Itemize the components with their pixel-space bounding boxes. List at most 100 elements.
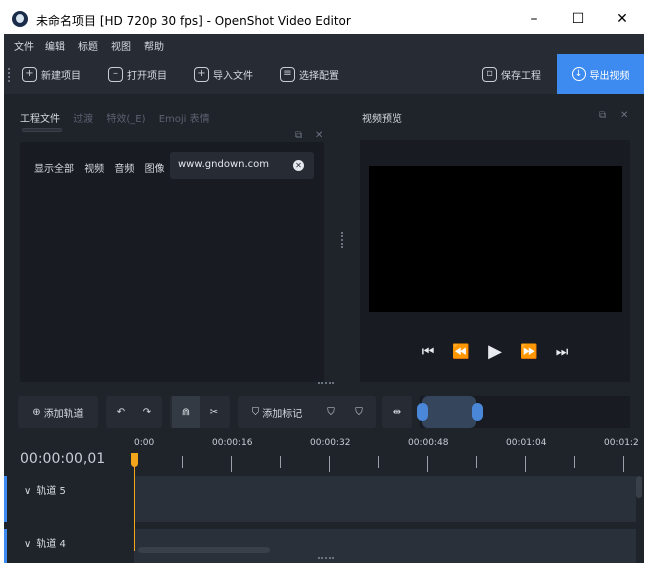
previous-marker-button[interactable]: ⛉ [318, 396, 344, 428]
close-button[interactable]: ✕ [600, 4, 644, 34]
undo-redo-group: ↶ ↷ [106, 396, 162, 428]
ruler-tick [623, 456, 624, 472]
main-toolbar: + 新建项目 – 打开项目 + 导入文件 ≡ 选择配置 ▫ 保存工程 ↓ 导出视… [4, 54, 644, 94]
choose-profile-button[interactable]: ≡ 选择配置 [280, 64, 339, 84]
snap-razor-group: ⋒ ✂ [170, 396, 230, 428]
filter-video[interactable]: 视频 [84, 160, 104, 175]
menu-view[interactable]: 视图 [111, 38, 131, 53]
tab-transitions[interactable]: 过渡 [73, 110, 93, 125]
horizontal-scrollbar[interactable] [138, 547, 270, 553]
add-track-label: 添加轨道 [43, 408, 84, 420]
video-preview-panel: 视频预览 ⧉ ✕ ⏮ ⏪ ▶ ⏩ ⏭ [358, 104, 633, 382]
add-marker-button[interactable]: ⛉ 添加标记 [240, 396, 314, 428]
playhead-line[interactable] [134, 456, 135, 551]
zoom-handle-left[interactable] [417, 403, 428, 421]
menu-bar: 文件 编辑 标题 视图 帮助 [4, 34, 644, 54]
snap-button[interactable]: ⋒ [172, 396, 200, 428]
playhead-handle[interactable] [131, 453, 138, 467]
new-project-label: 新建项目 [41, 70, 81, 82]
jump-end-icon[interactable]: ⏭ [552, 340, 572, 364]
save-project-button[interactable]: ▫ 保存工程 [482, 64, 541, 84]
track-name: 轨道 4 [36, 539, 66, 550]
add-track-button[interactable]: ⊕ 添加轨道 [18, 396, 98, 428]
tab-project-files[interactable]: 工程文件 [20, 110, 60, 125]
menu-help[interactable]: 帮助 [144, 38, 164, 53]
timeline-ruler[interactable]: 00:00:00,01 0:00 00:00:16 00:00:32 00:00… [4, 434, 644, 474]
preview-area: ⏮ ⏪ ▶ ⏩ ⏭ [360, 140, 630, 382]
filter-show-all[interactable]: 显示全部 [34, 160, 74, 175]
panel-title: 视频预览 [362, 114, 402, 125]
ruler-tick [476, 456, 477, 468]
menu-file[interactable]: 文件 [14, 38, 34, 53]
search-input[interactable]: www.gndown.com ✕ [170, 152, 314, 179]
tab-emoji[interactable]: Emoji 表情 [159, 110, 210, 125]
ruler-label: 00:00:48 [408, 438, 449, 448]
project-files-panel: 工程文件 过渡 特效(_E) Emoji 表情 ⧉ ✕ 显示全部 视频 音频 图… [18, 104, 326, 382]
center-playhead-group: ⇹ [382, 396, 412, 428]
ruler-label: 00:00:32 [310, 438, 351, 448]
track-lane[interactable] [134, 529, 636, 563]
panel-close-icon[interactable]: ✕ [620, 110, 628, 121]
active-tab-indicator [22, 128, 62, 132]
fast-forward-icon[interactable]: ⏩ [518, 340, 540, 364]
choose-profile-label: 选择配置 [299, 70, 339, 82]
menu-title[interactable]: 标题 [78, 38, 98, 53]
next-marker-button[interactable]: ⛉ [346, 396, 372, 428]
panel-close-icon[interactable]: ✕ [315, 130, 323, 141]
jump-start-icon[interactable]: ⏮ [418, 340, 438, 364]
razor-button[interactable]: ✂ [200, 396, 228, 428]
search-input-value: www.gndown.com [178, 159, 270, 170]
file-filters: 显示全部 视频 音频 图像 [34, 160, 172, 175]
scissors-icon: ✂ [209, 406, 219, 418]
ruler-tick [427, 456, 428, 472]
tab-effects[interactable]: 特效(_E) [106, 110, 145, 125]
video-frame [369, 166, 622, 312]
import-files-button[interactable]: + 导入文件 [194, 64, 253, 84]
import-files-label: 导入文件 [213, 70, 253, 82]
track-header[interactable]: ∨ 轨道 4 [4, 529, 134, 563]
save-project-label: 保存工程 [501, 70, 541, 82]
zoom-slider[interactable] [417, 396, 630, 428]
play-icon[interactable]: ▶ [484, 340, 506, 364]
open-project-label: 打开项目 [127, 70, 167, 82]
magnet-icon: ⋒ [181, 406, 191, 418]
export-video-button[interactable]: ↓ 导出视频 [557, 54, 644, 94]
profile-icon: ≡ [280, 66, 295, 82]
zoom-handle-right[interactable] [472, 403, 483, 421]
ruler-tick [182, 456, 183, 468]
menu-edit[interactable]: 编辑 [45, 38, 65, 53]
horizontal-splitter-handle[interactable] [318, 382, 334, 384]
maximize-button[interactable]: ☐ [556, 4, 600, 34]
export-video-label: 导出视频 [589, 70, 630, 82]
minimize-button[interactable]: – [512, 4, 556, 34]
center-playhead-button[interactable]: ⇹ [382, 396, 412, 428]
export-icon: ↓ [571, 67, 586, 81]
toolbar-grip-icon[interactable] [8, 68, 10, 82]
openshot-logo-icon [12, 11, 28, 27]
open-project-button[interactable]: – 打开项目 [108, 64, 167, 84]
zoom-window[interactable] [422, 396, 476, 428]
track-header[interactable]: ∨ 轨道 5 [4, 476, 134, 522]
track-lane[interactable] [134, 476, 636, 522]
undo-button[interactable]: ↶ [108, 396, 134, 428]
files-list-area[interactable]: 显示全部 视频 音频 图像 www.gndown.com ✕ [20, 142, 324, 382]
playback-controls: ⏮ ⏪ ▶ ⏩ ⏭ [360, 340, 630, 364]
chevron-down-icon[interactable]: ∨ [24, 486, 31, 497]
filter-image[interactable]: 图像 [145, 160, 165, 175]
add-track-icon: ⊕ [32, 406, 41, 418]
track-name: 轨道 5 [36, 486, 66, 497]
redo-button[interactable]: ↷ [134, 396, 160, 428]
rewind-icon[interactable]: ⏪ [450, 340, 472, 364]
vertical-splitter-handle[interactable] [341, 232, 343, 248]
track-label: ∨ 轨道 4 [24, 535, 66, 550]
undock-icon[interactable]: ⧉ [295, 130, 302, 141]
clear-search-icon[interactable]: ✕ [293, 160, 304, 171]
vertical-scrollbar[interactable] [636, 476, 642, 498]
bottom-splitter-handle[interactable] [318, 557, 334, 559]
filter-audio[interactable]: 音频 [114, 160, 134, 175]
undock-icon[interactable]: ⧉ [599, 110, 606, 121]
chevron-down-icon[interactable]: ∨ [24, 539, 31, 550]
new-project-button[interactable]: + 新建项目 [22, 64, 81, 84]
track-label: ∨ 轨道 5 [24, 482, 66, 497]
open-folder-icon: – [108, 66, 123, 82]
